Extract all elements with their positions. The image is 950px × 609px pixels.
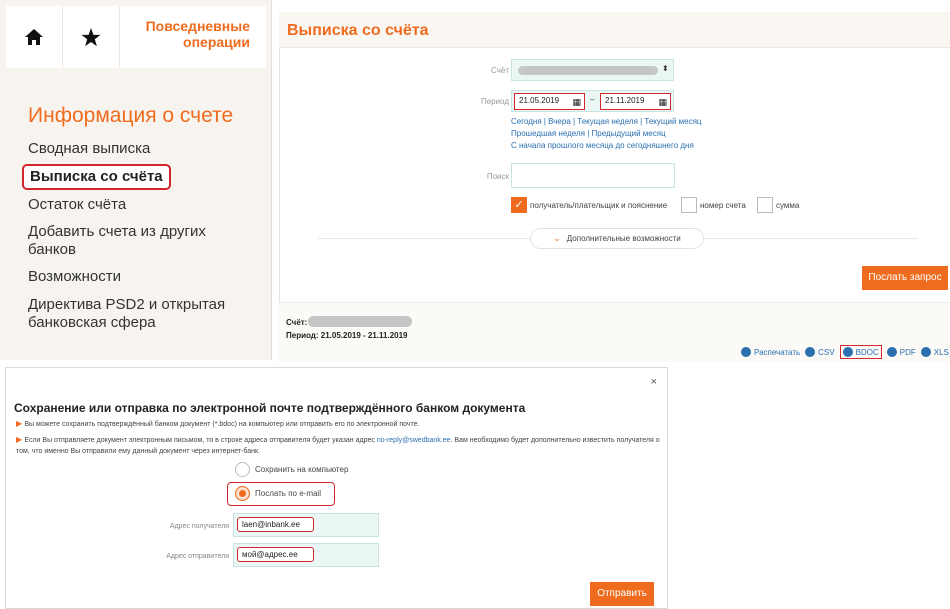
calendar-icon[interactable]: ▦ bbox=[572, 95, 581, 109]
top-icon-bar: Повседневные операции bbox=[6, 6, 266, 68]
modal-info-1: ▶ Вы можете сохранить подтверждённый бан… bbox=[16, 418, 656, 430]
period-label: Период bbox=[480, 97, 509, 106]
date-to-input[interactable]: 21.11.2019 ▦ bbox=[600, 93, 671, 110]
print-link[interactable]: Распечатать bbox=[741, 347, 800, 357]
search-input[interactable] bbox=[511, 163, 675, 188]
recipient-input[interactable]: laen@inbank.ee bbox=[233, 513, 379, 537]
recipient-label: Адрес получателя bbox=[169, 523, 229, 530]
date-from-input[interactable]: 21.05.2019 ▦ bbox=[514, 93, 585, 110]
xls-link[interactable]: XLS bbox=[920, 347, 949, 357]
nav-item-summary-statement[interactable]: Сводная выписка bbox=[28, 140, 150, 158]
print-icon bbox=[741, 347, 751, 357]
close-icon[interactable]: × bbox=[651, 376, 657, 388]
info-1-text: Вы можете сохранить подтверждённый банко… bbox=[24, 421, 420, 428]
filter-checkbox-account-number[interactable] bbox=[681, 197, 697, 213]
option-email-label: Послать по e-mail bbox=[255, 489, 321, 498]
info-2-text-a: Если Вы отправляете документ электронным… bbox=[24, 437, 377, 444]
pdf-label: PDF bbox=[899, 347, 916, 357]
quick-period-links-1[interactable]: Сегодня | Вчера | Текущая неделя | Текущ… bbox=[511, 116, 702, 127]
bdoc-label: BDOC bbox=[855, 347, 879, 357]
quick-period-links-3[interactable]: С начала прошлого месяца до сегодняшнего… bbox=[511, 140, 694, 151]
more-options-label: Дополнительные возможности bbox=[566, 234, 681, 243]
select-arrows-icon: ⬍ bbox=[662, 64, 669, 73]
recipient-value: laen@inbank.ee bbox=[237, 517, 314, 532]
csv-link[interactable]: CSV bbox=[805, 347, 835, 357]
download-icon bbox=[920, 347, 931, 357]
filter-label-amount: сумма bbox=[776, 201, 800, 210]
star-icon bbox=[81, 27, 101, 46]
bdoc-modal: × Сохранение или отправка по электронной… bbox=[5, 367, 668, 609]
date-separator: – bbox=[590, 95, 595, 104]
download-icon bbox=[886, 347, 897, 357]
home-icon bbox=[25, 29, 43, 45]
nav-item-account-statement[interactable]: Выписка со счёта bbox=[22, 164, 171, 190]
summary-account-redacted bbox=[308, 316, 412, 327]
account-select[interactable]: ⬍ bbox=[511, 59, 674, 81]
left-navigation: Повседневные операции Информация о счете… bbox=[0, 0, 272, 360]
account-label: Счёт bbox=[491, 66, 509, 75]
export-bar: Распечатать CSV BDOC PDF XLS bbox=[741, 345, 949, 359]
nav-item-psd2[interactable]: Директива PSD2 и открытая банковская сфе… bbox=[28, 296, 248, 332]
print-label: Распечатать bbox=[754, 347, 801, 357]
modal-title: Сохранение или отправка по электронной п… bbox=[14, 401, 526, 415]
nav-item-opportunities[interactable]: Возможности bbox=[28, 268, 121, 286]
filter-checkbox-amount[interactable] bbox=[757, 197, 773, 213]
send-button[interactable]: Отправить bbox=[590, 582, 654, 606]
date-to-value: 21.11.2019 bbox=[605, 96, 645, 105]
calendar-icon[interactable]: ▦ bbox=[658, 95, 667, 109]
nav-item-account-balance[interactable]: Остаток счёта bbox=[28, 196, 126, 214]
modal-info-2: ▶ Если Вы отправляете документ электронн… bbox=[16, 434, 666, 457]
daily-operations-link[interactable]: Повседневные операции bbox=[120, 6, 266, 68]
radio-save-to-computer[interactable] bbox=[235, 462, 250, 477]
xls-label: XLS bbox=[933, 347, 949, 357]
page-title: Выписка со счёта bbox=[287, 22, 429, 39]
filter-checkbox-payee[interactable]: ✓ bbox=[511, 197, 527, 213]
summary-period: Период: 21.05.2019 - 21.11.2019 bbox=[286, 331, 408, 340]
home-button[interactable] bbox=[6, 6, 63, 68]
csv-label: CSV bbox=[818, 347, 835, 357]
noreply-link[interactable]: no-reply@swedbank.ee bbox=[377, 437, 451, 444]
bdoc-link[interactable]: BDOC bbox=[839, 345, 882, 359]
radio-send-email[interactable] bbox=[235, 486, 250, 501]
summary-account-label: Счёт: bbox=[286, 318, 308, 327]
send-request-button[interactable]: Послать запрос bbox=[862, 266, 948, 290]
more-options-toggle[interactable]: ⌄ Дополнительные возможности bbox=[530, 228, 704, 249]
filter-label-payee: получатель/плательщик и пояснение bbox=[530, 201, 668, 210]
panel-header: Выписка со счёта bbox=[279, 12, 950, 48]
filter-label-account-number: номер счета bbox=[700, 201, 746, 210]
sender-value: мой@адрес.ee bbox=[237, 547, 314, 562]
option-save-label: Сохранить на компьютер bbox=[255, 465, 349, 474]
sender-label: Адрес отправителя bbox=[166, 553, 229, 560]
sender-input[interactable]: мой@адрес.ee bbox=[233, 543, 379, 567]
pdf-link[interactable]: PDF bbox=[886, 347, 916, 357]
chevron-down-icon: ⌄ bbox=[553, 233, 561, 243]
download-icon bbox=[805, 347, 816, 357]
date-from-value: 21.05.2019 bbox=[519, 96, 560, 105]
search-label: Поиск bbox=[486, 172, 509, 181]
favorites-button[interactable] bbox=[63, 6, 120, 68]
section-title: Информация о счете bbox=[28, 104, 234, 127]
nav-item-add-accounts[interactable]: Добавить счета из других банков bbox=[28, 223, 238, 259]
quick-period-links-2[interactable]: Прошедшая неделя | Предыдущий месяц bbox=[511, 128, 666, 139]
account-redacted bbox=[518, 66, 658, 75]
download-icon bbox=[842, 347, 853, 357]
